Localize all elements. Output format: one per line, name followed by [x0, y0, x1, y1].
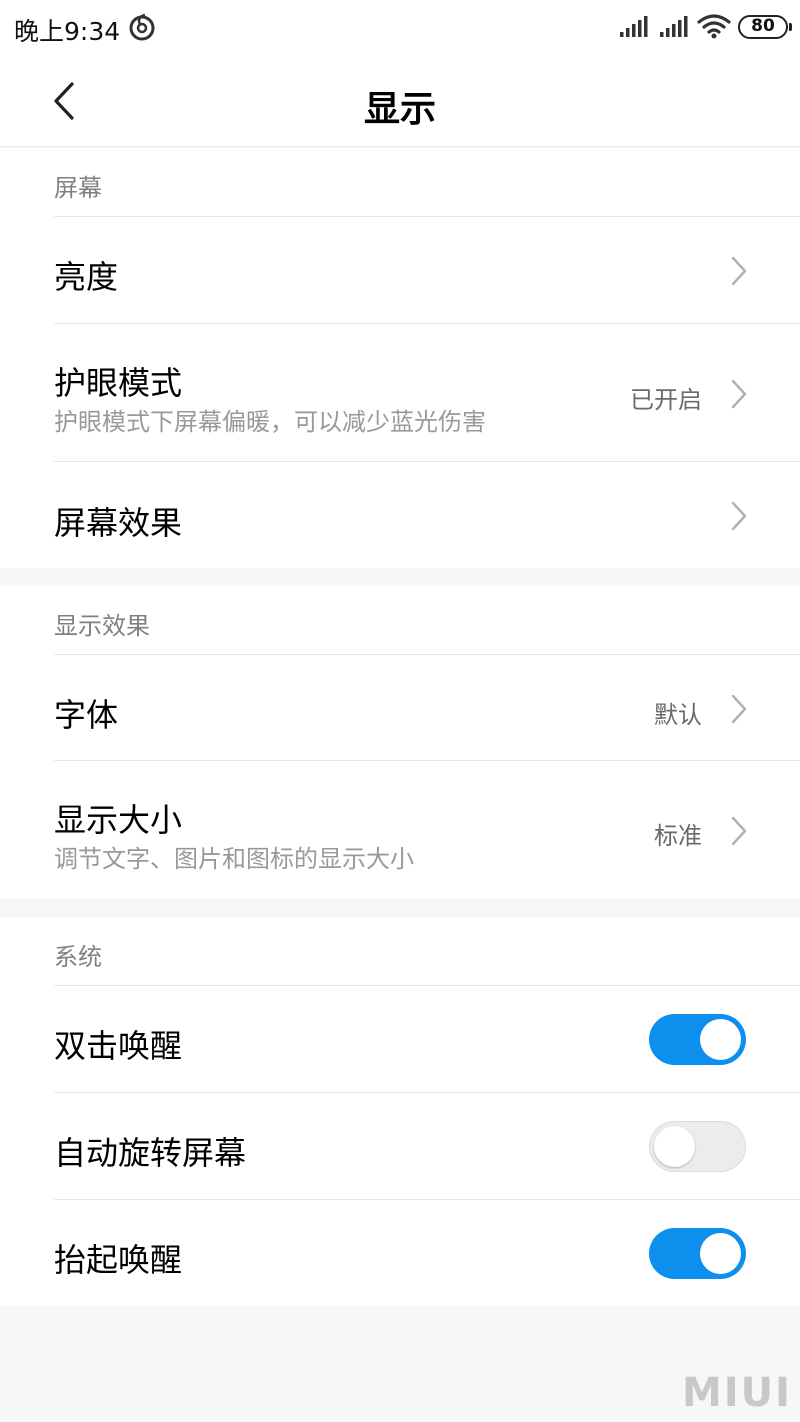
- row-font[interactable]: 字体 默认: [0, 655, 800, 761]
- wifi-icon: [697, 14, 731, 39]
- row-display-size[interactable]: 显示大小 调节文字、图片和图标的显示大小 标准: [0, 761, 800, 899]
- row-value: 默认: [654, 701, 702, 729]
- chevron-right-icon: [731, 694, 747, 724]
- double-tap-wake-toggle[interactable]: [649, 1014, 746, 1065]
- chevron-right-icon: [731, 501, 747, 531]
- row-title: 亮度: [54, 258, 119, 296]
- row-title: 抬起唤醒: [54, 1241, 183, 1279]
- row-title: 显示大小: [54, 801, 183, 839]
- row-raise-to-wake: 抬起唤醒: [0, 1200, 800, 1306]
- status-time: 晚上9:34: [14, 17, 121, 46]
- row-value: 标准: [654, 822, 702, 850]
- row-brightness[interactable]: 亮度: [0, 217, 800, 324]
- signal-icon: [660, 16, 688, 37]
- status-bar: 晚上9:34 80: [0, 0, 800, 56]
- section-system: 系统 双击唤醒 自动旋转屏幕 抬起唤醒: [0, 917, 800, 1306]
- row-title: 自动旋转屏幕: [54, 1134, 247, 1172]
- chevron-right-icon: [731, 256, 747, 286]
- auto-rotate-toggle[interactable]: [649, 1121, 746, 1172]
- chevron-right-icon: [731, 816, 747, 846]
- row-title: 双击唤醒: [54, 1027, 183, 1065]
- battery-indicator: 80: [738, 15, 792, 39]
- row-subtitle: 护眼模式下屏幕偏暖，可以减少蓝光伤害: [54, 408, 486, 436]
- section-header: 系统: [0, 917, 800, 986]
- toggle-knob: [700, 1233, 741, 1274]
- miui-watermark: MIUI: [681, 1370, 792, 1416]
- row-eye-care-mode[interactable]: 护眼模式 护眼模式下屏幕偏暖，可以减少蓝光伤害 已开启: [0, 324, 800, 462]
- section-header: 屏幕: [0, 148, 800, 217]
- row-title: 字体: [54, 696, 119, 734]
- header: 显示: [0, 56, 800, 147]
- chevron-right-icon: [731, 379, 747, 409]
- row-value: 已开启: [630, 386, 702, 414]
- raise-to-wake-toggle[interactable]: [649, 1228, 746, 1279]
- row-subtitle: 调节文字、图片和图标的显示大小: [54, 845, 414, 873]
- row-title: 护眼模式: [54, 364, 183, 402]
- section-screen: 屏幕 亮度 护眼模式 护眼模式下屏幕偏暖，可以减少蓝光伤害 已开启 屏幕效果: [0, 148, 800, 568]
- section-header: 显示效果: [0, 586, 800, 655]
- signal-icon: [620, 16, 648, 37]
- row-double-tap-wake: 双击唤醒: [0, 986, 800, 1093]
- row-screen-effect[interactable]: 屏幕效果: [0, 462, 800, 568]
- row-auto-rotate: 自动旋转屏幕: [0, 1093, 800, 1200]
- toggle-knob: [654, 1125, 695, 1167]
- row-title: 屏幕效果: [54, 504, 183, 542]
- page-title: 显示: [363, 89, 436, 130]
- toggle-knob: [700, 1019, 741, 1060]
- netease-music-icon: [129, 13, 155, 41]
- section-display-effect: 显示效果 字体 默认 显示大小 调节文字、图片和图标的显示大小 标准: [0, 586, 800, 899]
